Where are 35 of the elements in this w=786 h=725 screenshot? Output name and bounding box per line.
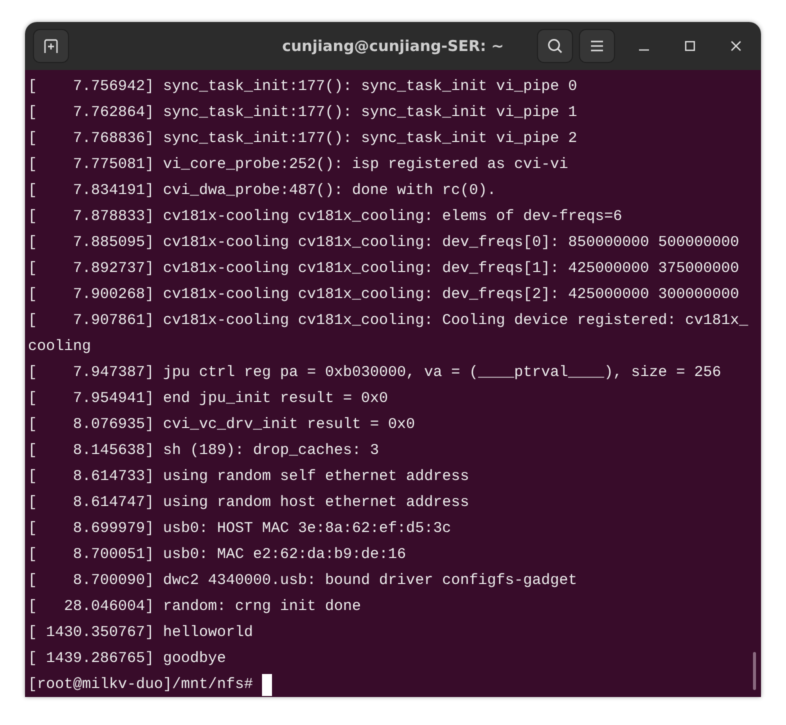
scrollbar[interactable] [753,652,756,690]
search-button[interactable] [537,29,573,63]
terminal-line: [ 8.614747] using random host ethernet address [28,493,470,513]
terminal-line: [ 8.614733] using random self ethernet address [28,467,470,487]
close-icon [731,41,741,51]
terminal-line: [ 7.900268] cv181x-cooling cv181x_cooling: dev_freqs[2]: 425000000 300000000 [28,285,740,305]
terminal-line: [ 7.775081] vi_core_probe:252(): isp registered as cvi-vi [28,155,570,175]
terminal-line: [ 7.878833] cv181x-cooling cv181x_cooling: elems of dev-freqs=6 [28,207,624,227]
terminal-line: [ 1430.350767] helloworld [28,623,254,643]
maximize-icon [685,41,695,51]
terminal-line: [ 8.700090] dwc2 4340000.usb: bound driver configfs-gadget [28,571,578,591]
terminal-line: [ 8.699979] usb0: HOST MAC 3e:8a:62:ef:d5:3c [28,519,452,539]
menu-icon [590,40,604,52]
terminal-line: [ 7.768836] sync_task_init:177(): sync_task_init vi_pipe 2 [28,129,578,149]
text-cursor [262,674,272,696]
terminal-line: [ 7.907861] cv181x-cooling cv181x_cooling: Cooling device registered: cv181x_cooling [28,311,750,357]
new-tab-button[interactable] [33,29,69,63]
terminal-line: [ 28.046004] random: crng init done [28,597,362,617]
terminal-line: [ 7.834191] cvi_dwa_probe:487(): done with rc(0). [28,181,498,201]
terminal-line: [ 1439.286765] goodbye [28,649,228,669]
terminal-line: [ 7.885095] cv181x-cooling cv181x_cooling: dev_freqs[0]: 850000000 500000000 [28,233,740,253]
terminal-line: [ 8.076935] cvi_vc_drv_init result = 0x0 [28,415,416,435]
minimize-icon [639,49,649,51]
terminal-line: [ 7.947387] jpu ctrl reg pa = 0xb030000, va = (____ptrval____), size = 256 [28,363,722,383]
menu-button[interactable] [579,29,615,63]
terminal-line: [ 7.756942] sync_task_init:177(): sync_task_init vi_pipe 0 [28,77,578,97]
terminal-line: [ 8.700051] usb0: MAC e2:62:da:b9:de:16 [28,545,408,565]
window-title: cunjiang@cunjiang-SER: ~ [282,37,504,55]
terminal-line: [ 7.954941] end jpu_init result = 0x0 [28,389,390,409]
terminal-line: [ 8.145638] sh (189): drop_caches: 3 [28,441,380,461]
new-tab-icon [43,38,59,54]
search-icon [547,38,563,54]
terminal-line: [ 7.892737] cv181x-cooling cv181x_cooling: dev_freqs[1]: 425000000 375000000 [28,259,740,279]
terminal-line: [ 7.762864] sync_task_init:177(): sync_task_init vi_pipe 1 [28,103,578,123]
shell-prompt: [root@milkv-duo]/mnt/nfs# [28,675,254,695]
